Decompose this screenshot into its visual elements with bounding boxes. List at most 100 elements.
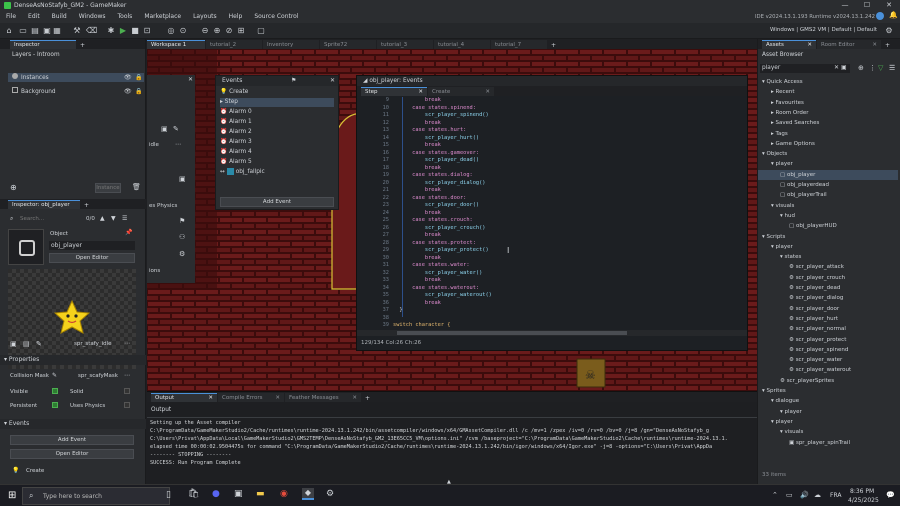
code-line[interactable]: 36 break: [357, 300, 747, 308]
asset-tree-item[interactable]: ▾ visuals: [771, 201, 898, 211]
taskbar-search-input[interactable]: Type here to search: [43, 493, 102, 500]
visibility-toggle-icon[interactable]: 👁: [124, 74, 132, 81]
code-line[interactable]: 38: [357, 315, 747, 323]
taskbar-search[interactable]: ⌕ Type here to search: [22, 487, 170, 505]
asset-tree-item[interactable]: ⚙ scr_playerSprites: [780, 376, 898, 386]
visible-checkbox[interactable]: [52, 388, 58, 394]
zoom-out-icon[interactable]: ⊖: [200, 26, 210, 36]
zoom-in-icon[interactable]: ⊕: [212, 26, 222, 36]
close-icon[interactable]: ✕: [872, 41, 877, 50]
view-options-icon[interactable]: ⋮: [869, 64, 876, 72]
menu-tools[interactable]: Tools: [112, 13, 139, 20]
asset-tree-item[interactable]: ▾ visuals: [780, 427, 898, 437]
event-alarm-4[interactable]: ⏰ Alarm 4: [220, 148, 334, 157]
add-event-button[interactable]: Add Event: [10, 435, 134, 445]
code-line[interactable]: 19 case states.dialog:: [357, 172, 747, 180]
persistent-checkbox[interactable]: [52, 402, 58, 408]
tab-room-editor[interactable]: Room Editor ✕: [817, 40, 881, 49]
asset-tree-item[interactable]: ▢ obj_playerTrail: [780, 190, 898, 200]
asset-tree-item[interactable]: ▾ Scripts: [762, 232, 898, 242]
close-icon[interactable]: ✕: [275, 394, 280, 403]
asset-tree-item[interactable]: ▾ player: [771, 159, 898, 169]
asset-tree-item[interactable]: ▾ dialogue: [771, 396, 898, 406]
asset-tree-item[interactable]: ⚙ scr_player_attack: [789, 262, 898, 272]
menu-file[interactable]: File: [0, 13, 22, 20]
cloud-icon[interactable]: ☁: [814, 491, 821, 499]
image-edit-icon[interactable]: ▣: [179, 175, 186, 183]
asset-tree-item[interactable]: ▢ obj_playerHUD: [789, 221, 898, 231]
add-layer-icon[interactable]: ⊕: [10, 183, 17, 192]
code-line[interactable]: 34 case states.waterout:: [357, 285, 747, 293]
asset-tree-item[interactable]: ▸ Recent: [771, 87, 898, 97]
mask-menu-icon[interactable]: ⋯: [124, 372, 130, 379]
asset-tree-item[interactable]: ⚙ scr_player_normal: [789, 324, 898, 334]
asset-tree-item[interactable]: ▸ Favourites: [771, 98, 898, 108]
menu-icon[interactable]: ⋯: [175, 141, 181, 148]
tab-output[interactable]: Output ✕: [151, 393, 217, 402]
build-icon[interactable]: ⚒: [72, 26, 82, 36]
clean-icon[interactable]: ⌫: [86, 26, 97, 36]
volume-icon[interactable]: 🔊: [800, 491, 809, 499]
user-avatar-icon[interactable]: [876, 12, 884, 20]
create-event-item[interactable]: Create: [26, 468, 44, 474]
lock-icon[interactable]: 🔒: [135, 88, 142, 95]
eye-icon[interactable]: ▣: [161, 125, 168, 133]
code-line[interactable]: 39 switch character {: [357, 322, 747, 330]
event-collision-fallpic[interactable]: ↔ obj_fallpic: [220, 168, 334, 177]
code-line[interactable]: 26 scr_player_crouch(): [357, 225, 747, 233]
event-create[interactable]: 💡 Create: [220, 88, 334, 97]
code-line[interactable]: 11 scr_player_spinend(): [357, 112, 747, 120]
tab-tutorial-7[interactable]: tutorial_7: [491, 40, 547, 49]
target-icon[interactable]: ◎: [166, 26, 176, 36]
pencil-icon[interactable]: ✎: [173, 125, 179, 133]
clock-time[interactable]: 8:36 PM: [850, 488, 874, 495]
asset-tree-item[interactable]: ▸ Tags: [771, 129, 898, 139]
chrome-icon[interactable]: ◉: [280, 489, 288, 499]
event-alarm-3[interactable]: ⏰ Alarm 3: [220, 138, 334, 147]
asset-tree-item[interactable]: ⚙ scr_player_waterout: [789, 365, 898, 375]
menu-source-control[interactable]: Source Control: [248, 13, 304, 20]
file-explorer-icon[interactable]: ▬: [256, 489, 265, 499]
sprite-name[interactable]: spr_stafy_idle: [74, 341, 112, 347]
gear-icon[interactable]: ⚙: [179, 250, 185, 258]
code-line[interactable]: 12 break: [357, 120, 747, 128]
tab-inventory[interactable]: Inventory: [263, 40, 319, 49]
asset-tree-item[interactable]: ▾ player: [771, 242, 898, 252]
maximize-button[interactable]: ☐: [856, 0, 878, 10]
asset-tree-item[interactable]: ⚙ scr_player_dialog: [789, 293, 898, 303]
asset-tree-item[interactable]: ⚙ scr_player_water: [789, 355, 898, 365]
event-alarm-5[interactable]: ⏰ Alarm 5: [220, 158, 334, 167]
asset-tree-item[interactable]: ▾ states: [780, 252, 898, 262]
asset-tree-item[interactable]: ▣ spr_player_spinTrail: [789, 438, 898, 448]
code-line[interactable]: 21 break: [357, 187, 747, 195]
visibility-toggle-icon[interactable]: 👁: [124, 88, 132, 95]
tab-tutorial-3[interactable]: tutorial_3: [377, 40, 433, 49]
close-icon[interactable]: ✕: [807, 41, 812, 50]
tab-tutorial-2[interactable]: tutorial_2: [206, 40, 262, 49]
properties-header[interactable]: ▾ Properties: [0, 355, 146, 365]
object-name-field[interactable]: obj_player: [49, 241, 135, 250]
code-line[interactable]: 23 scr_player_door(): [357, 202, 747, 210]
menu-build[interactable]: Build: [46, 13, 73, 20]
lock-icon[interactable]: 🔒: [135, 74, 142, 81]
code-line[interactable]: 9 break: [357, 97, 747, 105]
delete-layer-icon[interactable]: 🗑: [132, 183, 141, 191]
code-line[interactable]: 25 case states.crouch:: [357, 217, 747, 225]
code-line[interactable]: 13 case states.hurt:: [357, 127, 747, 135]
save-icon[interactable]: ▣: [42, 26, 52, 36]
app-icon[interactable]: ▣: [234, 489, 243, 499]
add-tab-icon[interactable]: +: [885, 42, 890, 49]
add-workspace-icon[interactable]: +: [551, 42, 556, 49]
tab-compile-errors[interactable]: Compile Errors ✕: [218, 393, 284, 402]
asset-tree-item[interactable]: ▢ obj_playerdead: [780, 180, 898, 190]
event-alarm-2[interactable]: ⏰ Alarm 2: [220, 128, 334, 137]
asset-tree-item[interactable]: ⚙ scr_player_door: [789, 304, 898, 314]
asset-tree-item[interactable]: ▾ player: [780, 407, 898, 417]
sprite-pencil-icon[interactable]: ✎: [36, 340, 42, 348]
close-icon[interactable]: ✕: [485, 88, 490, 97]
task-view-icon[interactable]: ▯: [166, 490, 171, 500]
code-line[interactable]: 16 case states.gameover:: [357, 150, 747, 158]
stop-icon[interactable]: ■: [130, 26, 140, 36]
code-line[interactable]: 17 scr_player_dead(): [357, 157, 747, 165]
code-area[interactable]: 9 break 10 case states.spinend: 11 scr_pla…: [357, 97, 747, 337]
